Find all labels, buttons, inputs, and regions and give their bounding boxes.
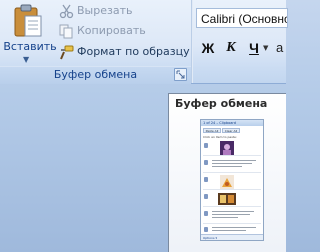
clipboard-item-icon bbox=[204, 143, 208, 148]
copy-icon bbox=[59, 24, 73, 39]
format-painter-button[interactable]: Формат по образцу bbox=[58, 43, 190, 61]
preview-item-image bbox=[203, 174, 261, 190]
preview-item-image bbox=[203, 140, 261, 156]
paste-dropdown-icon[interactable]: ▼ bbox=[23, 55, 29, 64]
clipboard-item-icon bbox=[204, 160, 208, 165]
clipboard-item-icon bbox=[204, 177, 208, 182]
clipboard-pane-preview: 1 of 24 – Clipboard Paste All Clear All C… bbox=[200, 119, 264, 241]
clipboard-item-icon bbox=[204, 211, 208, 216]
preview-item-text bbox=[203, 208, 261, 224]
preview-hint: Click an item to paste: bbox=[203, 135, 237, 139]
preview-item-image bbox=[203, 191, 261, 207]
preview-header: 1 of 24 – Clipboard bbox=[201, 120, 263, 126]
group-separator bbox=[191, 0, 193, 83]
cut-button[interactable]: Вырезать bbox=[58, 2, 188, 20]
copy-button[interactable]: Копировать bbox=[58, 22, 188, 40]
format-painter-icon bbox=[60, 45, 74, 60]
clipboard-group: Вставить ▼ Вырезать Копировать Формат по… bbox=[0, 0, 191, 84]
underline-button[interactable]: Ч bbox=[243, 38, 265, 58]
preview-clear-all: Clear All bbox=[222, 128, 240, 133]
strikethrough-button[interactable]: a bbox=[276, 38, 283, 58]
preview-buttons: Paste All Clear All bbox=[203, 128, 261, 133]
paste-label: Вставить bbox=[3, 40, 57, 53]
preview-item-text bbox=[203, 157, 261, 173]
photo-thumbnail-icon bbox=[218, 193, 236, 205]
clipboard-item-icon bbox=[204, 227, 208, 232]
italic-button[interactable]: К bbox=[220, 38, 242, 58]
ribbon: Вставить ▼ Вырезать Копировать Формат по… bbox=[0, 0, 288, 84]
dialog-launcher-icon bbox=[176, 70, 185, 79]
clipboard-group-caption: Буфер обмена bbox=[0, 66, 191, 84]
paste-button[interactable]: Вставить ▼ bbox=[3, 2, 57, 64]
underline-dropdown-icon[interactable]: ▼ bbox=[263, 44, 268, 52]
tooltip-title: Буфер обмена bbox=[175, 97, 268, 110]
clipboard-item-icon bbox=[204, 194, 208, 199]
preview-paste-all: Paste All bbox=[203, 128, 221, 133]
preview-options: Options ▾ bbox=[201, 234, 263, 240]
photo-thumbnail-icon bbox=[220, 141, 234, 155]
clipboard-dialog-launcher[interactable] bbox=[174, 68, 187, 81]
clipboard-tooltip: Буфер обмена 1 of 24 – Clipboard Paste A… bbox=[168, 93, 286, 252]
scissors-icon bbox=[59, 4, 74, 19]
bold-button[interactable]: Ж bbox=[197, 38, 219, 58]
copy-label: Копировать bbox=[77, 24, 146, 37]
photo-thumbnail-icon bbox=[220, 175, 234, 189]
paste-icon bbox=[14, 4, 42, 37]
cut-label: Вырезать bbox=[77, 4, 133, 17]
font-name-combobox[interactable]: Calibri (Основно bbox=[196, 8, 288, 28]
preview-text-lines bbox=[212, 209, 260, 223]
format-painter-label: Формат по образцу bbox=[77, 45, 190, 58]
preview-text-lines bbox=[212, 158, 260, 172]
